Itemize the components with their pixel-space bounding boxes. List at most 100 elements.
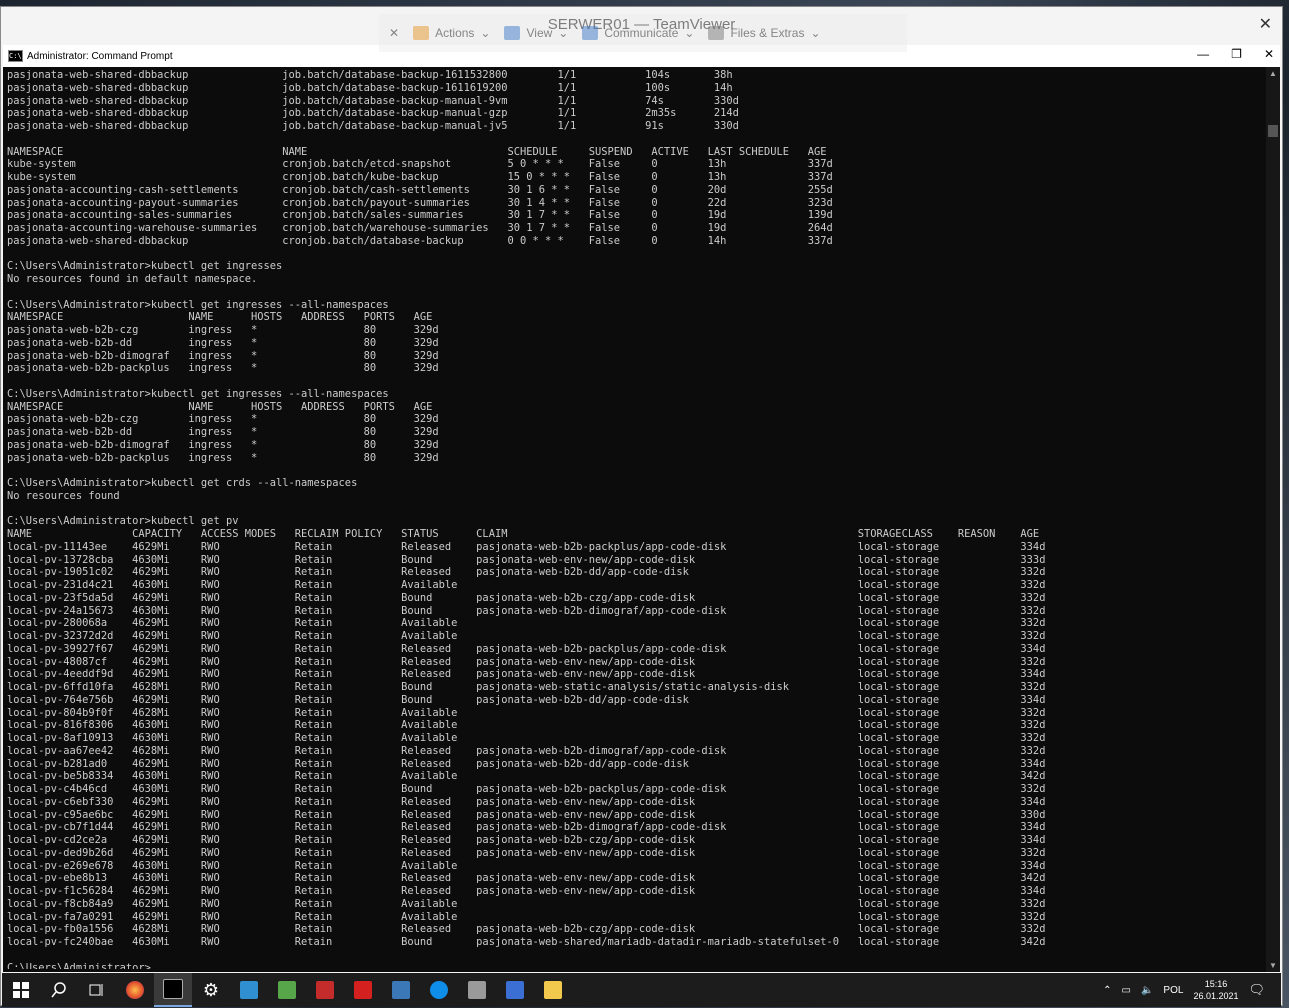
console-line: local-pv-ebe8b13 4630Mi RWO Retain Relea… bbox=[7, 872, 1046, 885]
scrollbar[interactable]: ▲ ▼ bbox=[1266, 67, 1280, 972]
close-icon[interactable]: ✕ bbox=[1259, 14, 1272, 34]
console-line: pasjonata-web-b2b-czg ingress * 80 329d bbox=[7, 324, 439, 336]
console-line: No resources found in default namespace. bbox=[7, 273, 258, 285]
console-line: C:\Users\Administrator>kubectl get ingre… bbox=[7, 298, 389, 311]
console-line: local-pv-11143ee 4629Mi RWO Retain Relea… bbox=[7, 540, 1046, 553]
acrobat-icon[interactable] bbox=[344, 973, 382, 1007]
console-line: local-pv-c6ebf330 4629Mi RWO Retain Rele… bbox=[7, 795, 1046, 808]
console-line: local-pv-804b9f0f 4628Mi RWO Retain Avai… bbox=[7, 706, 1046, 719]
minimize-icon[interactable]: — bbox=[1197, 47, 1209, 61]
network-app-icon[interactable] bbox=[496, 973, 534, 1007]
console-line: pasjonata-web-shared-dbbackup job.batch/… bbox=[7, 81, 733, 94]
toolbar-actions[interactable]: Actions ⌄ bbox=[413, 26, 490, 40]
notifications-icon[interactable]: 🗨 bbox=[1248, 982, 1265, 998]
app-icon-5[interactable] bbox=[458, 973, 496, 1007]
console-line: C:\Users\Administrator>kubectl get ingre… bbox=[7, 260, 283, 273]
console-line: C:\Users\Administrator>kubectl get ingre… bbox=[7, 387, 389, 400]
console-line: NAMESPACE NAME HOSTS ADDRESS PORTS AGE bbox=[7, 311, 433, 324]
console-line: pasjonata-accounting-sales-summaries cro… bbox=[7, 209, 833, 222]
console-line: local-pv-c95ae6bc 4629Mi RWO Retain Rele… bbox=[7, 808, 1046, 821]
console-line: local-pv-6ffd10fa 4628Mi RWO Retain Boun… bbox=[7, 681, 1046, 693]
console-line: local-pv-aa67ee42 4628Mi RWO Retain Rele… bbox=[7, 744, 1046, 757]
console-line: pasjonata-accounting-payout-summaries cr… bbox=[7, 196, 833, 209]
teamviewer-toolbar: ✕ Actions ⌄ View ⌄ Communicate ⌄ Files & Ex… bbox=[379, 14, 907, 52]
system-tray: ⌃ ▭ 🔈 POL 15:16 26.01.2021 🗨 bbox=[1103, 973, 1265, 1007]
console-line: local-pv-816f8306 4630Mi RWO Retain Avai… bbox=[7, 719, 1046, 732]
console-line: pasjonata-web-shared-dbbackup job.batch/… bbox=[7, 94, 739, 107]
close-session-icon[interactable]: ✕ bbox=[389, 26, 399, 40]
start-icon[interactable] bbox=[2, 973, 40, 1007]
app-icon-1[interactable] bbox=[230, 973, 268, 1007]
scroll-up-icon[interactable]: ▲ bbox=[1269, 69, 1277, 78]
cmd-title: Administrator: Command Prompt bbox=[27, 50, 173, 62]
toolbar-actions-label: Actions bbox=[435, 26, 475, 40]
console-line: local-pv-fc240bae 4630Mi RWO Retain Boun… bbox=[7, 936, 1046, 948]
chevron-up-icon[interactable]: ⌃ bbox=[1103, 985, 1111, 996]
app-icon-4[interactable] bbox=[382, 973, 420, 1007]
console-line: pasjonata-web-shared-dbbackup cronjob.ba… bbox=[7, 234, 833, 247]
maximize-icon[interactable]: ❐ bbox=[1231, 47, 1242, 61]
console-line: pasjonata-web-b2b-czg ingress * 80 329d bbox=[7, 413, 439, 426]
volume-icon[interactable]: 🔈 bbox=[1141, 985, 1153, 996]
console-line: pasjonata-web-shared-dbbackup job.batch/… bbox=[7, 120, 739, 132]
taskbar: ⚙ ⌃ ▭ 🔈 POL 15:16 26.01.2021 🗨 bbox=[2, 973, 1281, 1007]
console-line: local-pv-24a15673 4630Mi RWO Retain Boun… bbox=[7, 604, 1046, 617]
files-icon bbox=[708, 26, 725, 40]
console-line: C:\Users\Administrator> bbox=[7, 961, 151, 970]
task-view-icon[interactable] bbox=[78, 973, 116, 1007]
console-line: pasjonata-accounting-cash-settlements cr… bbox=[7, 183, 833, 196]
console-line: pasjonata-web-b2b-dimograf ingress * 80 … bbox=[7, 438, 439, 451]
console-line: local-pv-cd2ce2a 4629Mi RWO Retain Relea… bbox=[7, 834, 1046, 846]
search-icon[interactable] bbox=[40, 973, 78, 1007]
console-line: local-pv-280068a 4629Mi RWO Retain Avail… bbox=[7, 617, 1046, 630]
console-line: kube-system cronjob.batch/etcd-snapshot … bbox=[7, 158, 833, 171]
console-line: pasjonata-web-b2b-dd ingress * 80 329d bbox=[7, 426, 439, 438]
language-indicator[interactable]: POL bbox=[1163, 985, 1183, 996]
console-line: local-pv-cb7f1d44 4629Mi RWO Retain Rele… bbox=[7, 821, 1046, 834]
console-line: pasjonata-web-shared-dbbackup job.batch/… bbox=[7, 107, 739, 120]
console-line: pasjonata-web-b2b-packplus ingress * 80 … bbox=[7, 362, 439, 375]
console-line: local-pv-f1c56284 4629Mi RWO Retain Rele… bbox=[7, 885, 1046, 897]
clock[interactable]: 15:16 26.01.2021 bbox=[1193, 978, 1238, 1002]
scroll-down-icon[interactable]: ▼ bbox=[1269, 961, 1277, 970]
console-line: local-pv-b281ad0 4629Mi RWO Retain Relea… bbox=[7, 757, 1046, 770]
console-line: local-pv-764e756b 4629Mi RWO Retain Boun… bbox=[7, 693, 1046, 706]
firefox-icon[interactable] bbox=[116, 973, 154, 1007]
cmd-icon[interactable] bbox=[154, 973, 192, 1007]
network-icon[interactable]: ▭ bbox=[1122, 985, 1131, 996]
app-icon-2[interactable] bbox=[268, 973, 306, 1007]
console-line: local-pv-8af10913 4630Mi RWO Retain Avai… bbox=[7, 732, 1046, 744]
toolbar-view-label: View bbox=[526, 26, 553, 40]
console-line: C:\Users\Administrator>kubectl get crds … bbox=[7, 477, 358, 489]
view-icon bbox=[504, 26, 521, 40]
console-line: local-pv-32372d2d 4629Mi RWO Retain Avai… bbox=[7, 630, 1046, 642]
command-prompt-window: C:\ Administrator: Command Prompt — ❐ ✕ … bbox=[3, 45, 1280, 972]
close-icon[interactable]: ✕ bbox=[1264, 47, 1274, 61]
console-line: local-pv-c4b46cd 4630Mi RWO Retain Bound… bbox=[7, 783, 1046, 795]
console-line: pasjonata-web-b2b-dd ingress * 80 329d bbox=[7, 336, 439, 349]
console-line: local-pv-f8cb84a9 4629Mi RWO Retain Avai… bbox=[7, 897, 1046, 910]
console-line: pasjonata-accounting-warehouse-summaries… bbox=[7, 222, 833, 234]
toolbar-view[interactable]: View ⌄ bbox=[504, 26, 568, 40]
console-output[interactable]: pasjonata-web-shared-dbbackup job.batch/… bbox=[7, 69, 1265, 969]
toolbar-files-extras[interactable]: Files & Extras ⌄ bbox=[708, 26, 821, 40]
settings-icon[interactable]: ⚙ bbox=[192, 973, 230, 1007]
console-line: local-pv-39927f67 4629Mi RWO Retain Rele… bbox=[7, 642, 1046, 655]
app-icon-3[interactable] bbox=[306, 973, 344, 1007]
console-line: pasjonata-web-b2b-packplus ingress * 80 … bbox=[7, 451, 439, 464]
console-line: No resources found bbox=[7, 489, 120, 502]
toolbar-communicate[interactable]: Communicate ⌄ bbox=[582, 26, 694, 40]
scrollbar-thumb[interactable] bbox=[1268, 125, 1278, 137]
console-line: local-pv-be5b8334 4630Mi RWO Retain Avai… bbox=[7, 770, 1046, 783]
folder-icon[interactable] bbox=[534, 973, 572, 1007]
console-line: pasjonata-web-shared-dbbackup job.batch/… bbox=[7, 69, 733, 81]
toolbar-communicate-label: Communicate bbox=[604, 26, 679, 40]
teamviewer-icon[interactable] bbox=[420, 973, 458, 1007]
teamviewer-window: SERWER01 — TeamViewer ✕ C:\ Administrato… bbox=[0, 6, 1283, 1007]
console-line: NAMESPACE NAME HOSTS ADDRESS PORTS AGE bbox=[7, 400, 433, 413]
